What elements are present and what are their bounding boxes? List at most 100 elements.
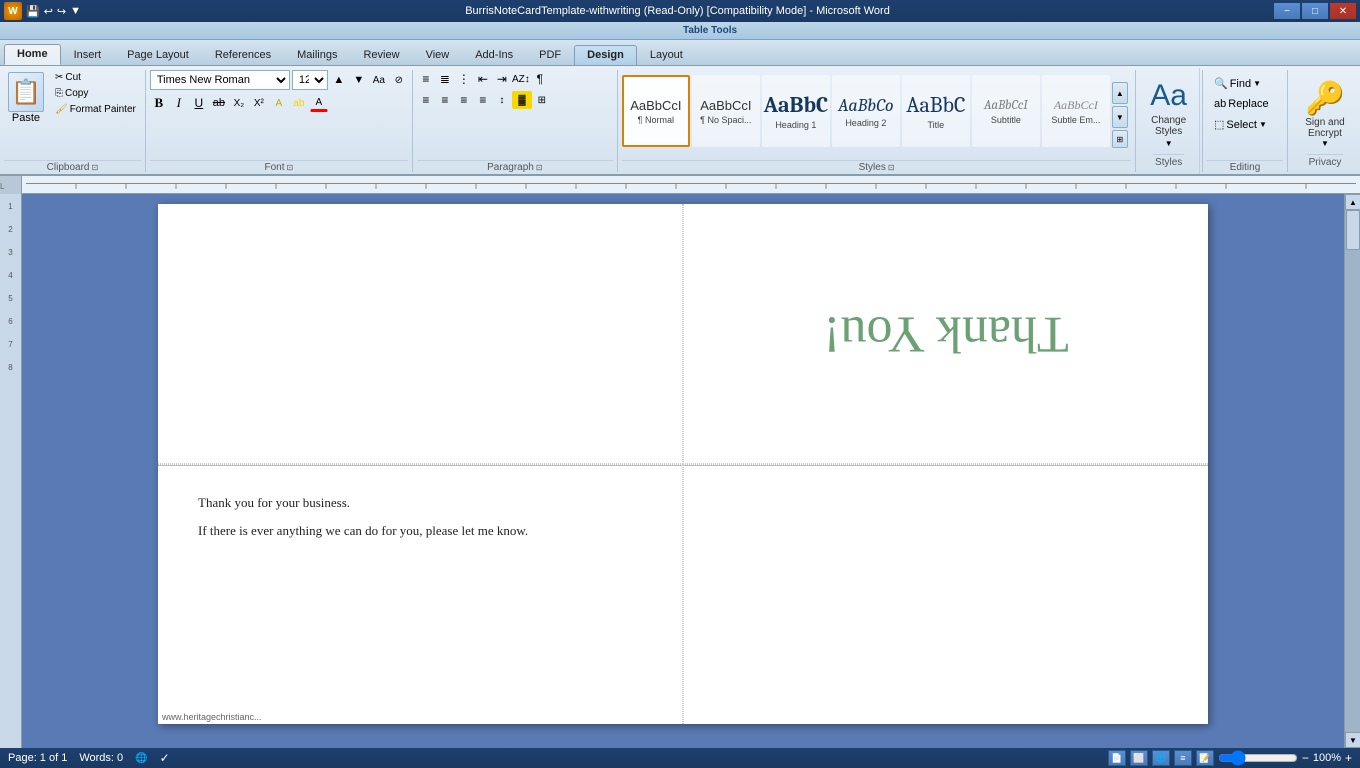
style-normal[interactable]: AaBbCcI ¶ Normal [622, 75, 690, 147]
sort-button[interactable]: AZ↕ [512, 70, 530, 88]
borders-button[interactable]: ⊞ [533, 91, 551, 109]
tab-view[interactable]: View [413, 45, 463, 65]
style-title[interactable]: AaBbC Title [902, 75, 970, 147]
superscript-button[interactable]: X² [250, 94, 268, 112]
table-tools-bar: Table Tools [0, 22, 1360, 40]
bold-button[interactable]: B [150, 94, 168, 112]
style-heading1-preview: AaBbC [764, 92, 828, 118]
tab-design[interactable]: Design [574, 45, 637, 65]
replace-button[interactable]: ab Replace [1209, 95, 1274, 113]
style-subtleemphasis[interactable]: AaBbCcI Subtle Em... [1042, 75, 1110, 147]
font-color-button[interactable]: A [310, 94, 328, 112]
ruler-corner[interactable]: L [0, 176, 22, 194]
tab-addins[interactable]: Add-Ins [462, 45, 526, 65]
scroll-down-button[interactable]: ▼ [1345, 732, 1360, 748]
page-cell-bottom-right [683, 464, 1208, 724]
font-size-select[interactable]: 12 [292, 70, 328, 90]
scrollbar-track[interactable] [1345, 210, 1360, 732]
tab-home[interactable]: Home [4, 44, 61, 65]
font-size-decrease-button[interactable]: ▼ [350, 71, 368, 89]
minimize-button[interactable]: − [1274, 3, 1300, 19]
maximize-button[interactable]: □ [1302, 3, 1328, 19]
right-scrollbar: ▲ ▼ [1344, 194, 1360, 748]
multilevel-list-button[interactable]: ⋮ [455, 70, 473, 88]
style-heading1-label: Heading 1 [775, 120, 816, 130]
title-bar: W 💾 ↩ ↪ ▼ BurrisNoteCardTemplate-withwri… [0, 0, 1360, 22]
format-painter-button[interactable]: 🖌 Format Painter [50, 102, 141, 117]
styles-expand-icon[interactable]: ⊡ [888, 163, 895, 172]
page-cell-top-right: Thank You! [683, 204, 1208, 464]
close-button[interactable]: ✕ [1330, 3, 1356, 19]
quick-access-save[interactable]: 💾 [26, 5, 40, 18]
style-subtitle-label: Subtitle [991, 115, 1021, 125]
align-center-button[interactable]: ≡ [436, 91, 454, 109]
title-bar-left: W 💾 ↩ ↪ ▼ [4, 2, 81, 20]
cut-button[interactable]: ✂ Cut [50, 70, 141, 85]
font-family-select[interactable]: Times New Roman [150, 70, 290, 90]
highlight-button[interactable]: ab [290, 94, 308, 112]
quick-access-menu[interactable]: ▼ [70, 5, 81, 17]
line-spacing-button[interactable]: ↕ [493, 91, 511, 109]
bullets-button[interactable]: ≡ [417, 70, 435, 88]
zoom-slider[interactable] [1218, 751, 1298, 765]
scroll-up-button[interactable]: ▲ [1345, 194, 1360, 210]
tab-pagelayout[interactable]: Page Layout [114, 45, 202, 65]
zoom-in-button[interactable]: + [1345, 751, 1352, 765]
font-size-increase-button[interactable]: ▲ [330, 71, 348, 89]
change-styles-group[interactable]: Aa ChangeStyles ▼ Styles [1138, 68, 1200, 174]
thank-you-text: Thank You! [823, 305, 1069, 362]
zoom-out-button[interactable]: − [1302, 751, 1309, 765]
text-effects-button[interactable]: A [270, 94, 288, 112]
clipboard-expand-icon[interactable]: ⊡ [91, 163, 98, 172]
tab-review[interactable]: Review [350, 45, 412, 65]
paste-button[interactable]: 📋 Paste [4, 70, 48, 126]
tab-insert[interactable]: Insert [61, 45, 115, 65]
numbering-button[interactable]: ≣ [436, 70, 454, 88]
shading-button[interactable]: ▓ [512, 91, 532, 109]
privacy-group[interactable]: 🔑 Sign andEncrypt ▼ Privacy [1290, 68, 1360, 174]
style-heading2[interactable]: AaBbCo Heading 2 [832, 75, 900, 147]
quick-access-redo[interactable]: ↪ [57, 5, 66, 18]
font-expand-icon[interactable]: ⊡ [287, 163, 294, 172]
tab-references[interactable]: References [202, 45, 284, 65]
align-left-button[interactable]: ≡ [417, 91, 435, 109]
strikethrough-button[interactable]: ab [210, 94, 228, 112]
justify-button[interactable]: ≡ [474, 91, 492, 109]
styles-scroll-buttons: ▲ ▼ ⊞ [1112, 82, 1128, 148]
scrollbar-thumb[interactable] [1346, 210, 1360, 250]
tab-mailings[interactable]: Mailings [284, 45, 350, 65]
styles-scroll-more[interactable]: ⊞ [1112, 130, 1128, 148]
select-button[interactable]: ⬚ Select ▼ [1209, 115, 1272, 134]
style-heading1[interactable]: AaBbC Heading 1 [762, 75, 830, 147]
style-subtleemphasis-preview: AaBbCcI [1054, 98, 1098, 113]
paragraph-expand-icon[interactable]: ⊡ [536, 163, 543, 172]
page-info: Page: 1 of 1 [8, 752, 67, 764]
status-bar: Page: 1 of 1 Words: 0 🌐 ✓ 📄 ⬜ 🌐 ≡ 📝 − 10… [0, 748, 1360, 768]
view-web-button[interactable]: 🌐 [1152, 750, 1170, 766]
replace-icon: ab [1214, 98, 1226, 110]
view-draft-button[interactable]: 📝 [1196, 750, 1214, 766]
decrease-indent-button[interactable]: ⇤ [474, 70, 492, 88]
change-case-button[interactable]: Aa [370, 71, 388, 89]
quick-access-undo[interactable]: ↩ [44, 5, 53, 18]
tab-layout[interactable]: Layout [637, 45, 696, 65]
find-button[interactable]: 🔍 Find ▼ [1209, 74, 1266, 93]
clear-format-button[interactable]: ⊘ [390, 71, 408, 89]
tab-pdf[interactable]: PDF [526, 45, 574, 65]
show-hide-button[interactable]: ¶ [531, 70, 549, 88]
style-subtitle[interactable]: AaBbCcI Subtitle [972, 75, 1040, 147]
clipboard-small-buttons: ✂ Cut ⎘ Copy 🖌 Format Painter [50, 70, 141, 117]
style-nospace[interactable]: AaBbCcI ¶ No Spaci... [692, 75, 760, 147]
italic-button[interactable]: I [170, 94, 188, 112]
styles-scroll-down[interactable]: ▼ [1112, 106, 1128, 128]
view-outline-button[interactable]: ≡ [1174, 750, 1192, 766]
subscript-button[interactable]: X₂ [230, 94, 248, 112]
view-fullscreen-button[interactable]: ⬜ [1130, 750, 1148, 766]
underline-button[interactable]: U [190, 94, 208, 112]
document-scroll-area[interactable]: Thank You! Thank you for your business. … [22, 194, 1344, 748]
styles-scroll-up[interactable]: ▲ [1112, 82, 1128, 104]
align-right-button[interactable]: ≡ [455, 91, 473, 109]
copy-button[interactable]: ⎘ Copy [50, 86, 141, 101]
increase-indent-button[interactable]: ⇥ [493, 70, 511, 88]
view-print-button[interactable]: 📄 [1108, 750, 1126, 766]
